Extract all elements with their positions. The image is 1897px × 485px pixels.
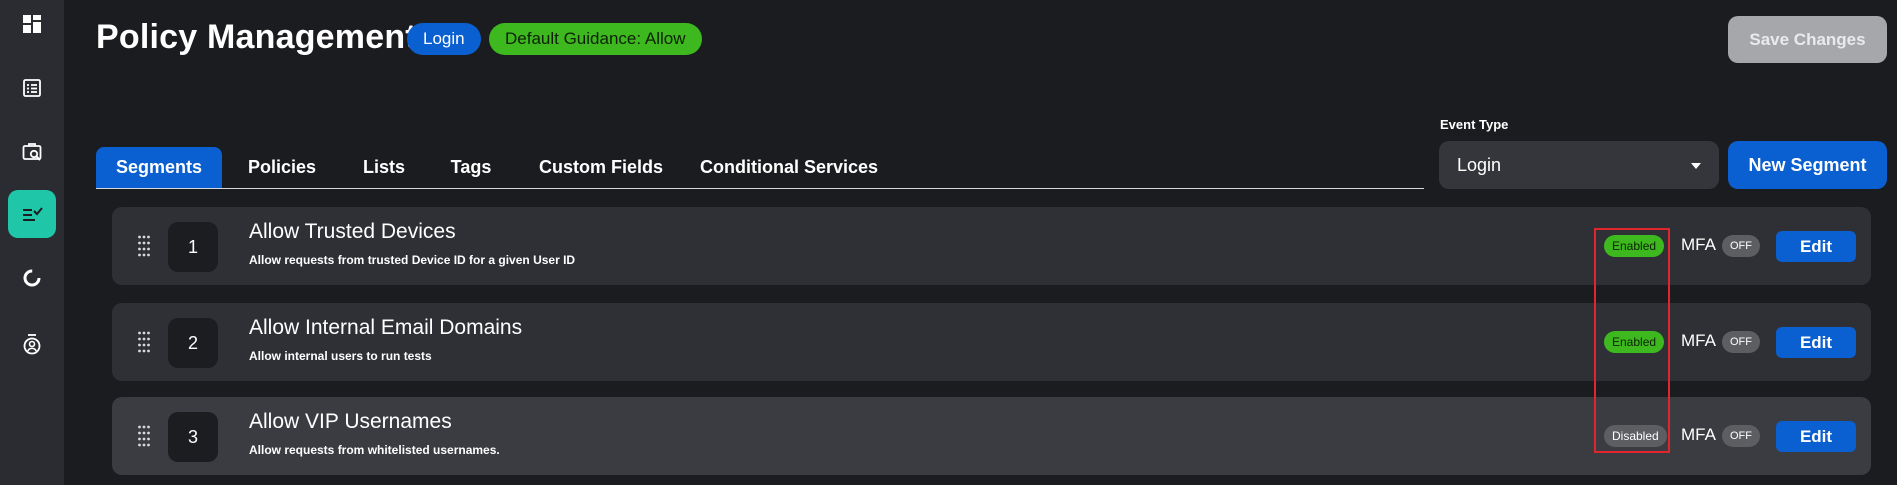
sidebar-item-analytics[interactable]	[8, 254, 56, 302]
segment-description: Allow requests from trusted Device ID fo…	[249, 253, 576, 267]
tab-conditional-services[interactable]: Conditional Services	[686, 147, 892, 188]
save-changes-button[interactable]: Save Changes	[1728, 16, 1887, 63]
tab-segments[interactable]: Segments	[96, 147, 222, 188]
segment-title: Allow Trusted Devices	[249, 220, 456, 243]
sidebar	[0, 0, 64, 485]
event-type-select[interactable]: Login	[1439, 141, 1719, 189]
sidebar-item-investigate[interactable]	[8, 128, 56, 176]
tab-tags[interactable]: Tags	[426, 147, 516, 188]
sidebar-item-policies[interactable]	[8, 190, 56, 238]
dashboard-icon	[23, 15, 41, 33]
edit-segment-button[interactable]: Edit	[1776, 327, 1856, 358]
mfa-label: MFA	[1681, 331, 1716, 350]
page-title: Policy Management	[96, 18, 417, 56]
status-highlight-box	[1594, 228, 1670, 453]
default-guidance-badge: Default Guidance: Allow	[489, 23, 702, 55]
sidebar-item-dashboard[interactable]	[8, 0, 56, 48]
mfa-toggle[interactable]: OFF	[1722, 425, 1760, 447]
mfa-toggle[interactable]: OFF	[1722, 235, 1760, 257]
donut-chart-icon	[23, 269, 41, 287]
segment-title: Allow Internal Email Domains	[249, 316, 523, 339]
event-type-label: Event Type	[1440, 117, 1509, 132]
tab-lists[interactable]: Lists	[342, 147, 426, 188]
segment-number: 3	[168, 412, 218, 462]
new-segment-button[interactable]: New Segment	[1728, 141, 1887, 189]
mfa-toggle[interactable]: OFF	[1722, 331, 1760, 353]
user-badge-icon	[23, 334, 41, 355]
segment-title: Allow VIP Usernames	[249, 410, 452, 433]
segment-number: 1	[168, 222, 218, 272]
segment-number: 2	[168, 318, 218, 368]
drag-handle-icon[interactable]	[137, 425, 151, 447]
drag-handle-icon[interactable]	[137, 331, 151, 353]
tab-policies[interactable]: Policies	[222, 147, 342, 188]
event-type-badge: Login	[407, 23, 481, 55]
list-icon	[23, 79, 41, 97]
event-type-selected-value: Login	[1457, 154, 1502, 175]
segment-description: Allow internal users to run tests	[249, 349, 432, 363]
sidebar-item-users[interactable]	[8, 320, 56, 368]
edit-segment-button[interactable]: Edit	[1776, 231, 1856, 262]
tab-bar: Segments Policies Lists Tags Custom Fiel…	[96, 147, 1424, 189]
mfa-label: MFA	[1681, 235, 1716, 254]
policy-checklist-icon	[23, 207, 43, 221]
sidebar-item-list[interactable]	[8, 64, 56, 112]
chevron-down-icon	[1691, 163, 1701, 169]
drag-handle-icon[interactable]	[137, 235, 151, 257]
tab-custom-fields[interactable]: Custom Fields	[516, 147, 686, 188]
mfa-label: MFA	[1681, 425, 1716, 444]
edit-segment-button[interactable]: Edit	[1776, 421, 1856, 452]
segment-description: Allow requests from whitelisted username…	[249, 443, 500, 457]
briefcase-search-icon	[22, 143, 42, 161]
